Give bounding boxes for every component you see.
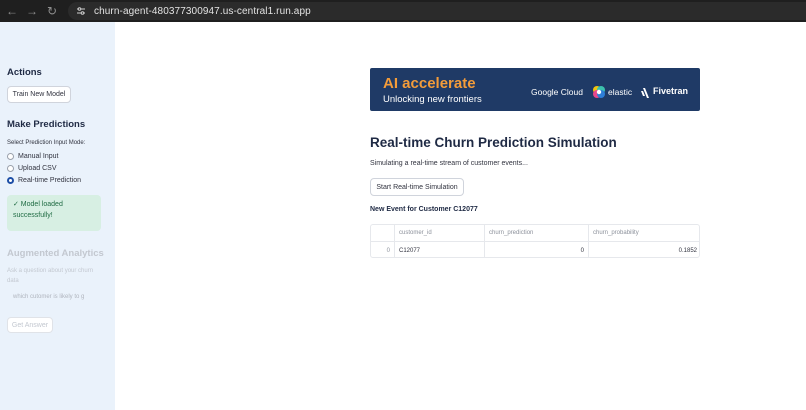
index-header [371,225,395,242]
question-input[interactable]: which cutomer is likely to g [7,290,107,306]
banner-title: AI accelerate [383,75,476,92]
elastic-logo-icon [592,85,606,99]
column-header[interactable]: customer_id [395,225,485,242]
augmented-analytics-heading: Augmented Analytics [7,248,104,259]
banner-subtitle: Unlocking new frontiers [383,94,482,105]
radio-upload-csv[interactable]: Upload CSV [7,165,57,172]
success-alert: ✓ Model loaded successfully! [7,195,101,231]
make-predictions-heading: Make Predictions [7,119,86,130]
browser-toolbar: ← → ↻ churn-agent-480377300947.us-centra… [0,0,806,22]
actions-heading: Actions [7,67,42,78]
table-cell[interactable]: 0 [485,242,589,257]
page-description: Simulating a real-time stream of custome… [370,160,528,167]
alert-line: ✓ Model loaded [13,201,63,208]
train-model-button[interactable]: Train New Model [7,86,71,103]
site-settings-icon[interactable] [74,4,88,18]
event-heading: New Event for Customer C12077 [370,206,478,213]
radio-button[interactable] [7,153,14,160]
radio-real-time-prediction[interactable]: Real-time Prediction [7,177,81,184]
reload-icon[interactable]: ↻ [42,0,62,22]
alert-line: successfully! [13,212,53,219]
fivetran-logo: Fivetran [653,86,689,96]
event-banner: AI accelerate Unlocking new frontiers Go… [370,68,700,111]
radio-label: Real-time Prediction [18,177,82,184]
start-simulation-button[interactable]: Start Real-time Simulation [370,178,464,196]
radio-label: Manual Input [18,153,59,160]
address-bar[interactable]: churn-agent-480377300947.us-central1.run… [68,2,806,20]
forward-icon[interactable]: → [22,0,42,22]
prediction-table[interactable]: customer_id churn_prediction churn_proba… [370,224,700,258]
radio-button-selected[interactable] [7,177,14,184]
table-cell[interactable]: 0.1852 [589,242,699,257]
fivetran-logo-icon [641,86,651,98]
back-icon[interactable]: ← [2,0,22,22]
question-label: Ask a question about your churn [7,268,94,274]
column-header[interactable]: churn_probability [589,225,699,242]
get-answer-button[interactable]: Get Answer [7,317,53,333]
table-cell[interactable]: C12077 [395,242,485,257]
mode-label: Select Prediction Input Mode: [7,140,86,146]
google-cloud-logo: Google Cloud [531,87,583,97]
question-label-cont: data [7,278,19,284]
elastic-logo: elastic [608,87,633,97]
column-header[interactable]: churn_prediction [485,225,589,242]
radio-label: Upload CSV [18,165,57,172]
page-title: Real-time Churn Prediction Simulation [370,135,617,150]
radio-button[interactable] [7,165,14,172]
radio-manual-input[interactable]: Manual Input [7,153,58,160]
row-index: 0 [371,242,395,257]
url-text[interactable]: churn-agent-480377300947.us-central1.run… [94,6,311,17]
sidebar: Actions Train New Model Make Predictions… [0,22,115,410]
